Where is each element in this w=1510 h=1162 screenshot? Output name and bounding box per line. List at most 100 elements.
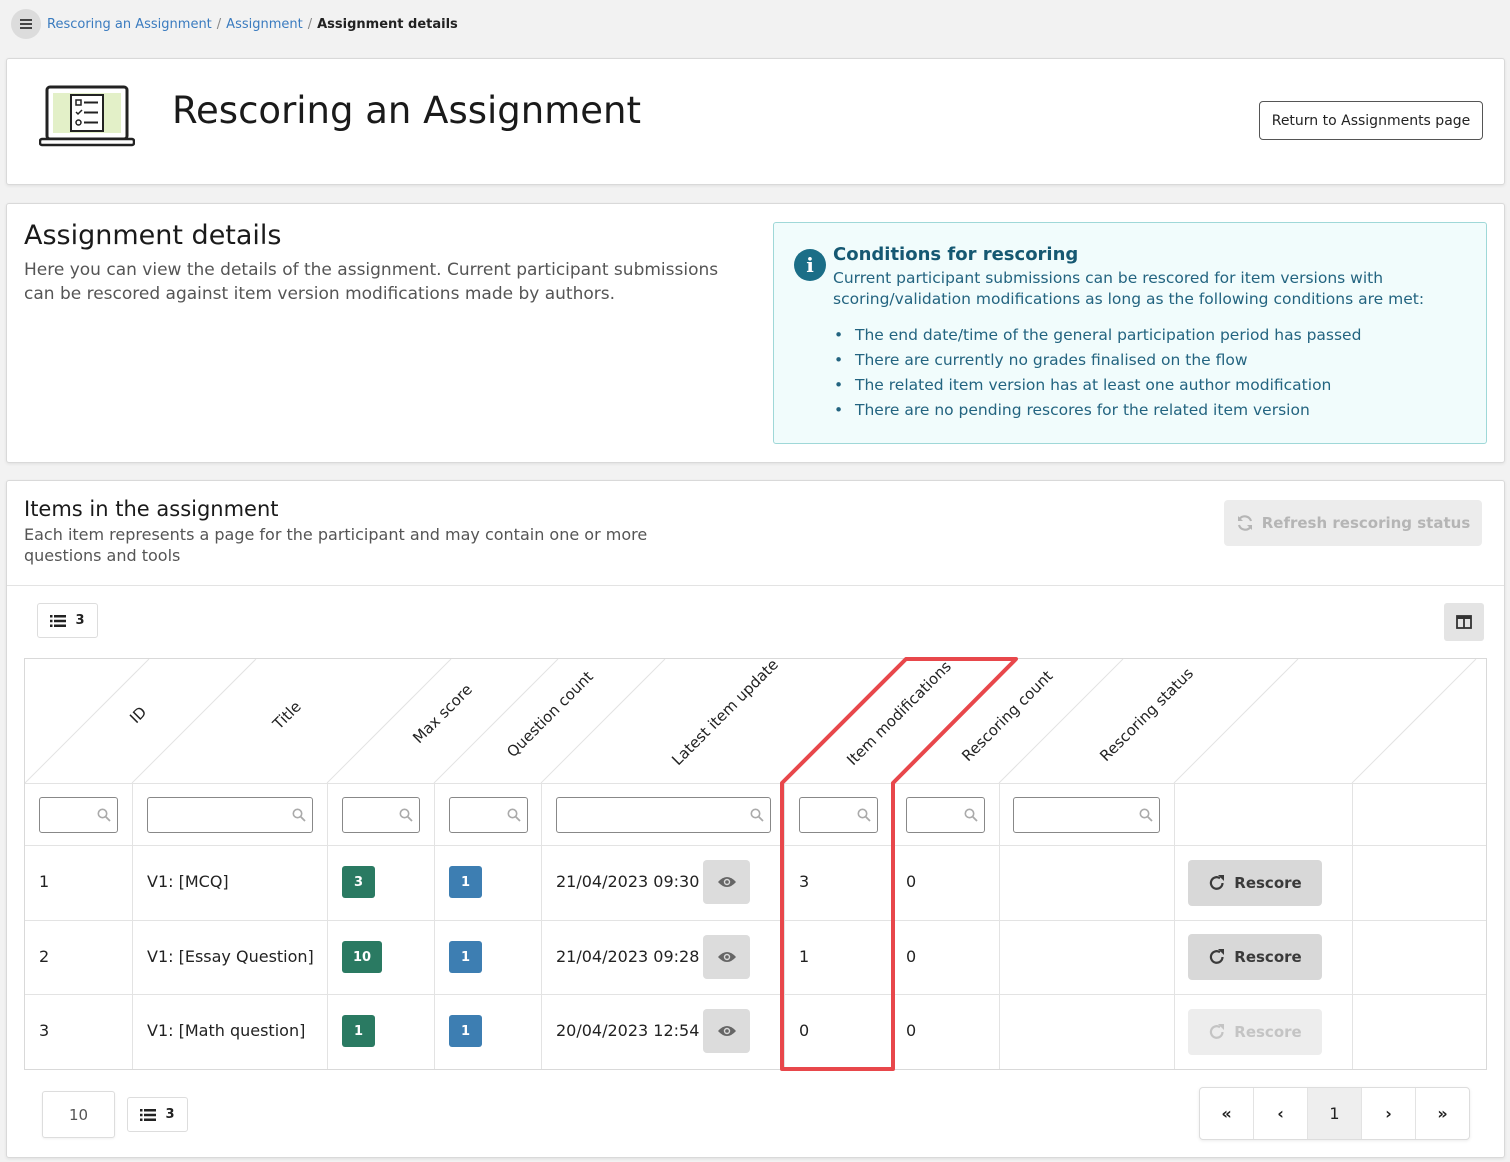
row-id: 2 <box>39 947 50 966</box>
grid-line <box>25 783 1486 784</box>
search-icon <box>97 808 111 822</box>
breadcrumb-separator: / <box>216 17 222 32</box>
row-item-modifications: 0 <box>799 1021 810 1040</box>
view-item-button[interactable] <box>703 1009 750 1053</box>
view-item-button[interactable] <box>703 935 750 979</box>
items-title: Items in the assignment <box>24 497 279 521</box>
search-icon <box>857 808 871 822</box>
grid-line <box>25 845 1486 846</box>
row-item-modifications: 3 <box>799 872 810 891</box>
conditions-panel: i Conditions for rescoring Current parti… <box>773 222 1487 444</box>
condition-item: There are currently no grades finalised … <box>834 348 1361 373</box>
condition-item: The end date/time of the general partici… <box>834 323 1361 348</box>
view-item-button[interactable] <box>703 860 750 904</box>
breadcrumb-link-assignment[interactable]: Assignment <box>226 17 303 32</box>
row-count: 3 <box>75 613 85 628</box>
previous-page-button[interactable]: ‹ <box>1254 1088 1308 1139</box>
row-id: 3 <box>39 1021 50 1040</box>
breadcrumb-link-rescoring[interactable]: Rescoring an Assignment <box>47 17 212 32</box>
latest-update-filter-input[interactable] <box>556 797 771 833</box>
redo-icon <box>1210 875 1225 890</box>
row-title: V1: [Essay Question] <box>147 947 314 966</box>
page-title: Rescoring an Assignment <box>172 89 641 132</box>
row-item-modifications: 1 <box>799 947 810 966</box>
rescoring-count-filter-input[interactable] <box>906 797 985 833</box>
section-divider <box>7 585 1504 586</box>
details-title: Assignment details <box>24 220 282 251</box>
search-icon <box>292 808 306 822</box>
max-score-badge: 1 <box>342 1015 375 1047</box>
top-bar: Rescoring an Assignment / Assignment / A… <box>0 0 1510 50</box>
max-score-badge: 3 <box>342 866 375 898</box>
list-icon <box>140 1108 157 1121</box>
refresh-rescoring-status-button[interactable]: Refresh rescoring status <box>1224 500 1482 546</box>
search-icon <box>1139 808 1153 822</box>
refresh-button-label: Refresh rescoring status <box>1261 514 1471 532</box>
footer-count: 3 <box>165 1107 175 1122</box>
first-page-button[interactable]: « <box>1200 1088 1254 1139</box>
question-count-filter-input[interactable] <box>449 797 528 833</box>
conditions-list: The end date/time of the general partici… <box>834 323 1361 423</box>
title-filter-input[interactable] <box>147 797 313 833</box>
row-title: V1: [MCQ] <box>147 872 229 891</box>
question-count-badge: 1 <box>449 1015 482 1047</box>
grid-line <box>132 783 133 1069</box>
info-icon: i <box>794 249 826 281</box>
page-size-select[interactable]: 10 <box>42 1091 115 1138</box>
breadcrumb-separator: / <box>307 17 313 32</box>
row-count-toggle[interactable]: 3 <box>37 603 98 638</box>
grid-line <box>784 783 785 1069</box>
rescore-button-label: Rescore <box>1234 874 1302 892</box>
rescoring-status-filter-input[interactable] <box>1013 797 1160 833</box>
redo-icon <box>1210 949 1225 964</box>
item-modifications-filter-input[interactable] <box>799 797 878 833</box>
row-id: 1 <box>39 872 50 891</box>
current-page-button[interactable]: 1 <box>1308 1088 1362 1139</box>
items-card: Items in the assignment Each item repres… <box>6 480 1505 1158</box>
max-score-filter-input[interactable] <box>342 797 420 833</box>
column-chooser-button[interactable] <box>1444 603 1484 641</box>
eye-icon <box>717 877 736 887</box>
footer-row-count[interactable]: 3 <box>127 1097 188 1132</box>
row-latest-update: 21/04/2023 09:30 <box>556 872 700 891</box>
max-score-badge: 10 <box>342 941 382 973</box>
list-icon <box>50 614 67 627</box>
conditions-title: Conditions for rescoring <box>833 244 1079 265</box>
search-icon <box>399 808 413 822</box>
grid-line <box>25 920 1486 921</box>
row-title: V1: [Math question] <box>147 1021 306 1040</box>
items-description: Each item represents a page for the part… <box>24 525 648 565</box>
question-count-badge: 1 <box>449 941 482 973</box>
return-to-assignments-button[interactable]: Return to Assignments page <box>1259 101 1483 140</box>
pagination: « ‹ 1 › » <box>1199 1087 1470 1140</box>
page-header-card: Rescoring an Assignment Return to Assign… <box>6 58 1505 185</box>
breadcrumb-current: Assignment details <box>317 17 458 32</box>
id-filter-input[interactable] <box>39 797 118 833</box>
menu-icon <box>20 19 32 29</box>
last-page-button[interactable]: » <box>1416 1088 1469 1139</box>
rescore-button[interactable]: Rescore <box>1188 934 1322 980</box>
rescore-button-disabled: Rescore <box>1188 1009 1322 1055</box>
details-description: Here you can view the details of the ass… <box>24 260 719 304</box>
rescore-button[interactable]: Rescore <box>1188 860 1322 906</box>
items-table: ID Title Max score Question count Latest… <box>24 655 1487 1070</box>
condition-item: There are no pending rescores for the re… <box>834 398 1361 423</box>
condition-item: The related item version has at least on… <box>834 373 1361 398</box>
redo-icon <box>1210 1024 1225 1039</box>
menu-toggle-button[interactable] <box>11 9 41 39</box>
search-icon <box>964 808 978 822</box>
rescore-button-label: Rescore <box>1234 948 1302 966</box>
conditions-intro: Current participant submissions can be r… <box>833 269 1425 308</box>
next-page-button[interactable]: › <box>1362 1088 1416 1139</box>
grid-line <box>891 783 892 1069</box>
eye-icon <box>717 952 736 962</box>
row-rescoring-count: 0 <box>906 947 917 966</box>
grid-line <box>434 783 435 1069</box>
breadcrumb: Rescoring an Assignment / Assignment / A… <box>47 17 458 32</box>
question-count-badge: 1 <box>449 866 482 898</box>
grid-line <box>1174 783 1175 1069</box>
row-latest-update: 20/04/2023 12:54 <box>556 1021 700 1040</box>
assignment-details-card: Assignment details Here you can view the… <box>6 203 1505 463</box>
eye-icon <box>717 1026 736 1036</box>
search-icon <box>750 808 764 822</box>
